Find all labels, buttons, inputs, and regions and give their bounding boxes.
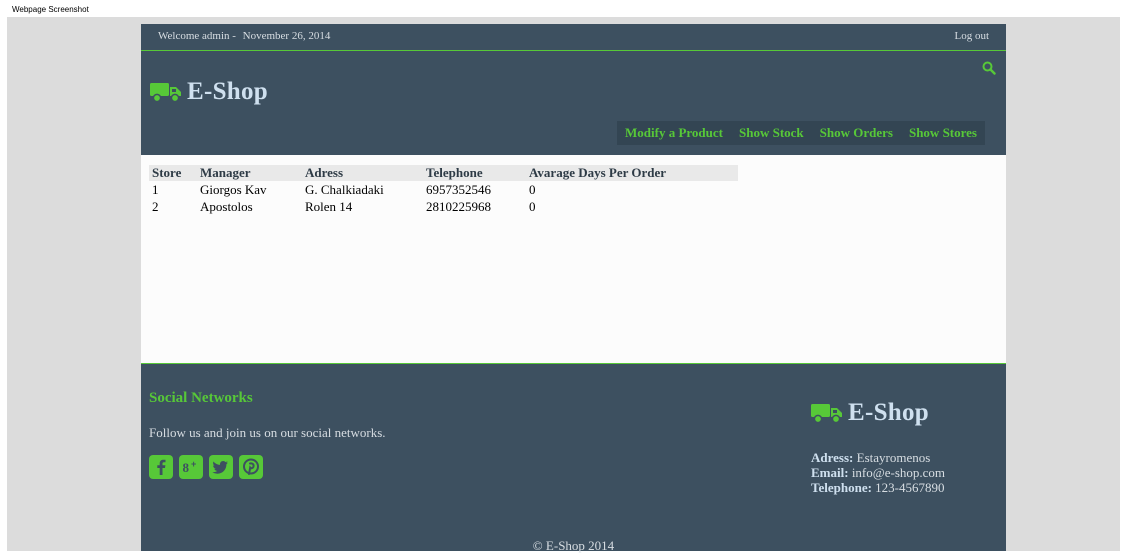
pinterest-icon[interactable] bbox=[239, 455, 263, 479]
cell-store: 2 bbox=[152, 198, 159, 214]
contact-info: Adress: Estayromenos Email: info@e-shop.… bbox=[811, 450, 945, 495]
contact-address-label: Adress: bbox=[811, 450, 854, 465]
contact-address: Adress: Estayromenos bbox=[811, 450, 945, 465]
footer-logo: E-Shop bbox=[811, 399, 929, 427]
page-container: Welcome admin - November 26, 2014 Log ou… bbox=[141, 24, 1006, 553]
cell-telephone: 2810225968 bbox=[426, 198, 491, 214]
table-header-row: Store Manager Adress Telephone Avarage D… bbox=[149, 165, 738, 181]
nav-show-stock[interactable]: Show Stock bbox=[739, 125, 804, 141]
svg-text:8: 8 bbox=[183, 460, 190, 475]
brand-name: E-Shop bbox=[187, 78, 269, 105]
nav-show-stores[interactable]: Show Stores bbox=[909, 125, 977, 141]
footer-brand-name: E-Shop bbox=[848, 399, 930, 426]
contact-telephone-value: 123-4567890 bbox=[875, 480, 945, 495]
welcome-text: Welcome admin - bbox=[158, 30, 236, 42]
column-header-address: Adress bbox=[302, 165, 423, 181]
nav-show-orders[interactable]: Show Orders bbox=[820, 125, 893, 141]
current-date: November 26, 2014 bbox=[242, 30, 331, 42]
stores-table: Store Manager Adress Telephone Avarage D… bbox=[149, 165, 738, 215]
column-header-telephone: Telephone bbox=[423, 165, 526, 181]
search-icon[interactable] bbox=[982, 61, 996, 75]
truck-icon bbox=[811, 404, 842, 424]
screenshot-label: Webpage Screenshot bbox=[12, 5, 89, 14]
social-text: Follow us and join us on our social netw… bbox=[149, 425, 386, 440]
social-title: Social Networks bbox=[149, 390, 253, 406]
column-header-store: Store bbox=[149, 165, 197, 181]
social-icons: 8 + bbox=[149, 455, 269, 479]
cell-address: G. Chalkiadaki bbox=[305, 181, 384, 197]
contact-telephone: Telephone: 123-4567890 bbox=[811, 480, 945, 495]
contact-telephone-label: Telephone: bbox=[811, 480, 872, 495]
column-header-avg-days: Avarage Days Per Order bbox=[526, 165, 738, 181]
contact-email: Email: info@e-shop.com bbox=[811, 465, 945, 480]
truck-icon bbox=[150, 83, 181, 103]
header-logo[interactable]: E-Shop bbox=[150, 78, 268, 106]
welcome-message: Welcome admin - November 26, 2014 bbox=[158, 30, 330, 42]
cell-avg-days: 0 bbox=[529, 198, 536, 214]
contact-email-value: info@e-shop.com bbox=[851, 465, 946, 480]
svg-text:+: + bbox=[191, 459, 196, 469]
google-plus-icon[interactable]: 8 + bbox=[179, 455, 203, 479]
cell-manager: Giorgos Kav bbox=[200, 181, 267, 197]
table-row: 1 Giorgos Kav G. Chalkiadaki 6957352546 … bbox=[149, 181, 738, 198]
copyright: © E-Shop 2014 bbox=[532, 538, 615, 553]
contact-address-value: Estayromenos bbox=[856, 450, 931, 465]
top-bar: Welcome admin - November 26, 2014 Log ou… bbox=[141, 24, 1006, 51]
cell-store: 1 bbox=[152, 181, 159, 197]
twitter-icon[interactable] bbox=[209, 455, 233, 479]
cell-address: Rolen 14 bbox=[305, 198, 353, 214]
main-content: Store Manager Adress Telephone Avarage D… bbox=[141, 155, 1006, 364]
nav-modify-product[interactable]: Modify a Product bbox=[625, 125, 723, 141]
footer: Social Networks Follow us and join us on… bbox=[141, 364, 1006, 553]
cell-manager: Apostolos bbox=[200, 198, 253, 214]
table-row: 2 Apostolos Rolen 14 2810225968 0 bbox=[149, 198, 738, 215]
cell-avg-days: 0 bbox=[529, 181, 536, 197]
contact-email-label: Email: bbox=[811, 465, 849, 480]
main-nav: Modify a Product Show Stock Show Orders … bbox=[617, 121, 985, 145]
cell-telephone: 6957352546 bbox=[426, 181, 491, 197]
column-header-manager: Manager bbox=[197, 165, 302, 181]
logout-link[interactable]: Log out bbox=[954, 30, 989, 42]
facebook-icon[interactable] bbox=[149, 455, 173, 479]
